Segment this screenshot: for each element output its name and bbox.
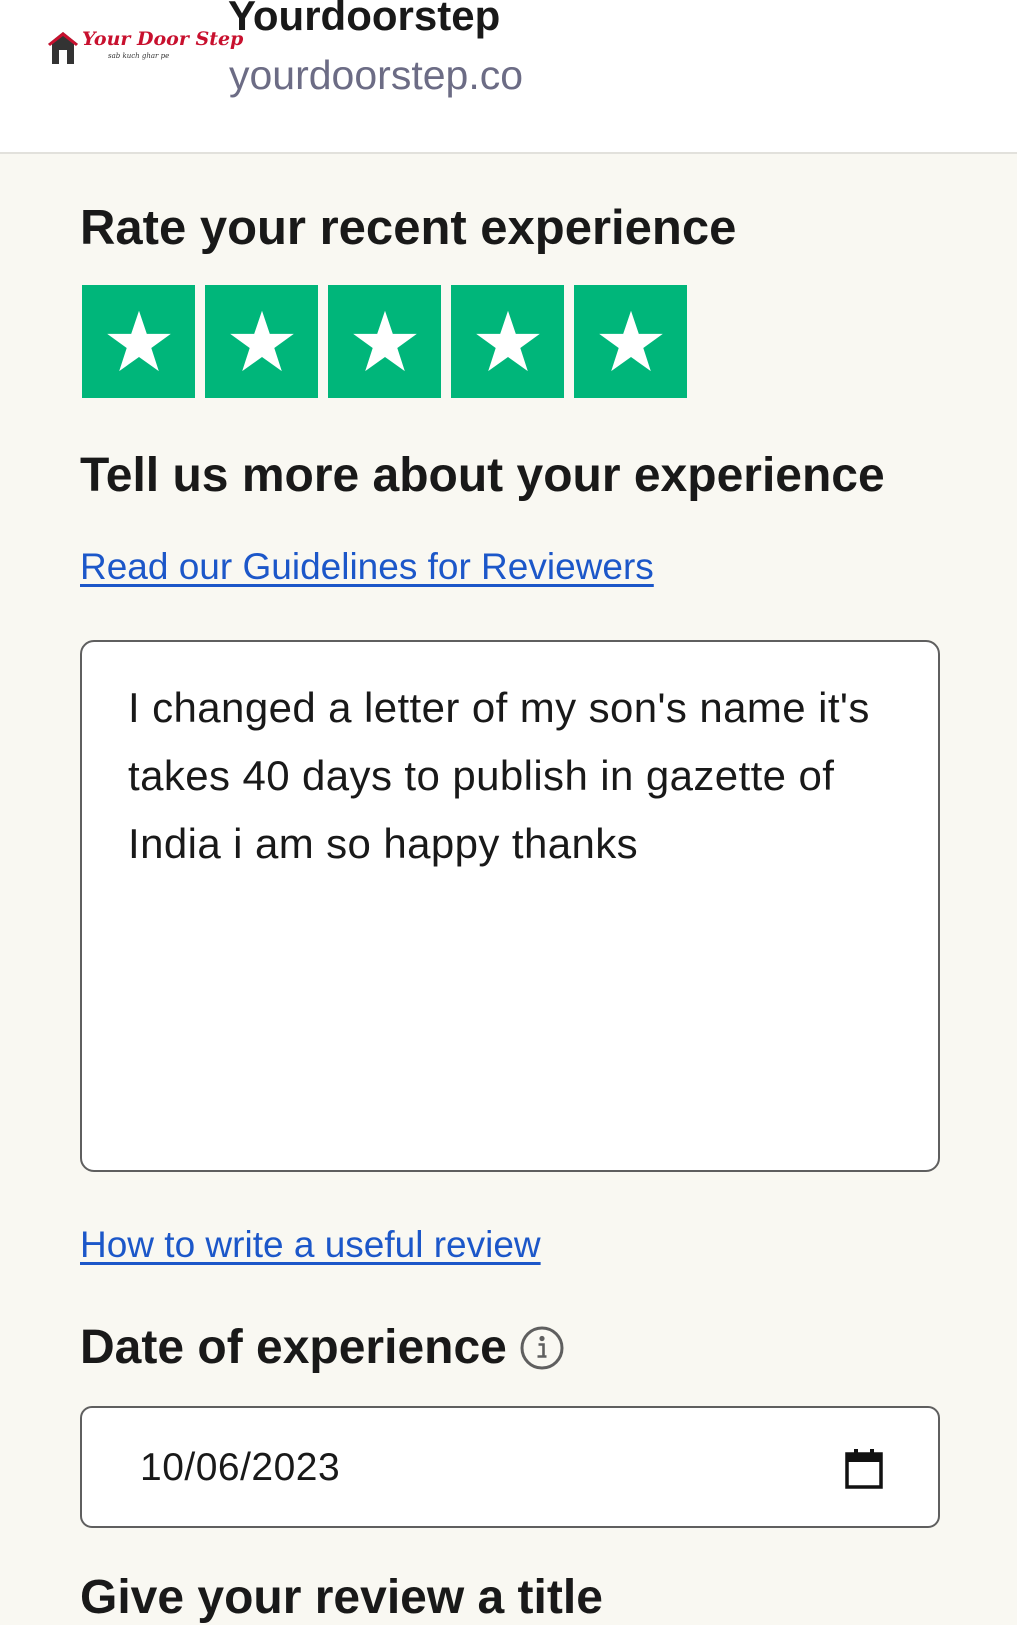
house-logo-icon [48,32,78,64]
company-logo[interactable]: Your Door Step sab kuch ghar pe [46,28,243,72]
star-icon [598,310,663,371]
calendar-icon[interactable] [844,1448,884,1490]
star-icon [106,310,171,371]
review-title-heading: Give your review a title [80,1571,603,1624]
star-rating-3[interactable] [328,285,441,398]
rate-heading: Rate your recent experience [80,201,737,255]
star-icon [352,310,417,371]
date-of-experience-heading: Date of experience [80,1320,565,1375]
date-of-experience-field[interactable]: 10/06/2023 [80,1406,940,1528]
star-icon [229,310,294,371]
review-textarea[interactable]: I changed a letter of my son's name it's… [80,640,940,1172]
tell-us-more-heading: Tell us more about your experience [80,449,885,502]
useful-review-link[interactable]: How to write a useful review [80,1224,541,1266]
date-value: 10/06/2023 [140,1446,341,1489]
star-rating-2[interactable] [205,285,318,398]
star-rating-1[interactable] [82,285,195,398]
star-rating-5[interactable] [574,285,687,398]
star-icon [475,310,540,371]
company-name[interactable]: Yourdoorstep [228,0,500,40]
logo-text: Your Door Step [82,28,244,50]
info-icon[interactable] [519,1325,565,1371]
star-rating [82,285,687,398]
star-rating-4[interactable] [451,285,564,398]
header: Your Door Step sab kuch ghar pe Yourdoor… [0,0,1017,154]
guidelines-link[interactable]: Read our Guidelines for Reviewers [80,546,654,588]
logo-tagline: sab kuch ghar pe [108,52,170,60]
company-domain[interactable]: yourdoorstep.co [229,52,523,99]
date-of-experience-label: Date of experience [80,1321,507,1374]
